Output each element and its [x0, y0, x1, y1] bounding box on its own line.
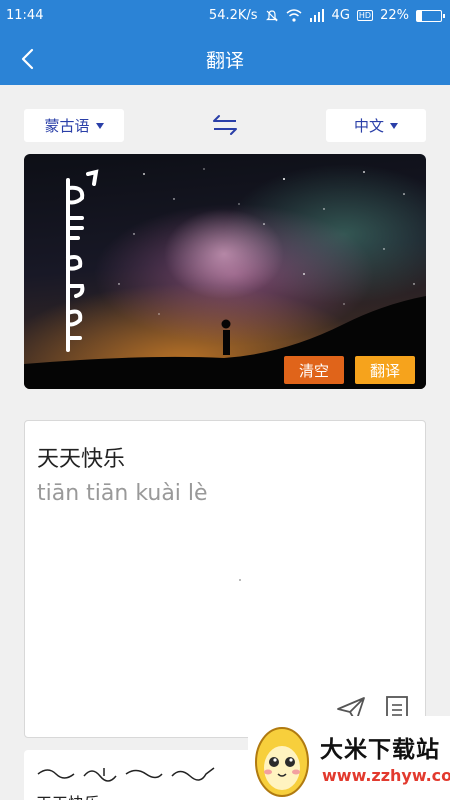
caret-down-icon	[95, 122, 104, 129]
target-language-label: 中文	[353, 117, 384, 135]
network-speed: 54.2K/s	[208, 8, 258, 23]
target-language-select[interactable]: 中文	[326, 109, 426, 142]
input-image-panel[interactable]: 清空 翻译	[24, 154, 426, 389]
swap-languages-icon[interactable]	[210, 112, 240, 138]
wifi-icon	[286, 9, 302, 22]
hd-badge: HD	[356, 10, 374, 21]
translation-pinyin: tiān tiān kuài lè	[37, 481, 208, 506]
source-language-select[interactable]: 蒙古语	[24, 109, 124, 142]
signal-icon	[309, 9, 324, 22]
watermark-title: 大米下载站	[320, 737, 440, 763]
status-icons: 54.2K/s 4G HD 22%	[208, 8, 445, 23]
translate-button[interactable]: 翻译	[355, 356, 415, 384]
translation-text: 天天快乐	[37, 447, 126, 472]
battery-percent: 22%	[380, 8, 409, 23]
caret-down-icon	[390, 122, 398, 129]
cursor-dot	[239, 579, 241, 581]
page-title: 翻译	[205, 50, 244, 72]
watermark-url: www.zzhyw.com	[322, 766, 450, 785]
egg-mascot-logo	[255, 727, 309, 797]
battery-icon	[416, 9, 445, 22]
mongolian-script-horizontal	[37, 767, 215, 782]
translation-result-card: 天天快乐 tiān tiān kuài lè	[24, 420, 426, 738]
battery-fill	[417, 10, 423, 21]
site-watermark: 大米下载站 www.zzhyw.com	[248, 716, 450, 800]
network-type: 4G	[331, 8, 350, 23]
mongolian-script-image	[66, 169, 99, 352]
status-time: 11:44	[6, 8, 44, 23]
history-text: 天天快乐	[36, 790, 100, 800]
clear-button[interactable]: 清空	[284, 356, 344, 384]
source-language-label: 蒙古语	[44, 117, 90, 135]
mute-bell-icon	[265, 9, 278, 21]
app-bar: 翻译	[0, 32, 450, 85]
status-bar: 11:44 54.2K/s 4G HD 22%	[0, 0, 450, 32]
